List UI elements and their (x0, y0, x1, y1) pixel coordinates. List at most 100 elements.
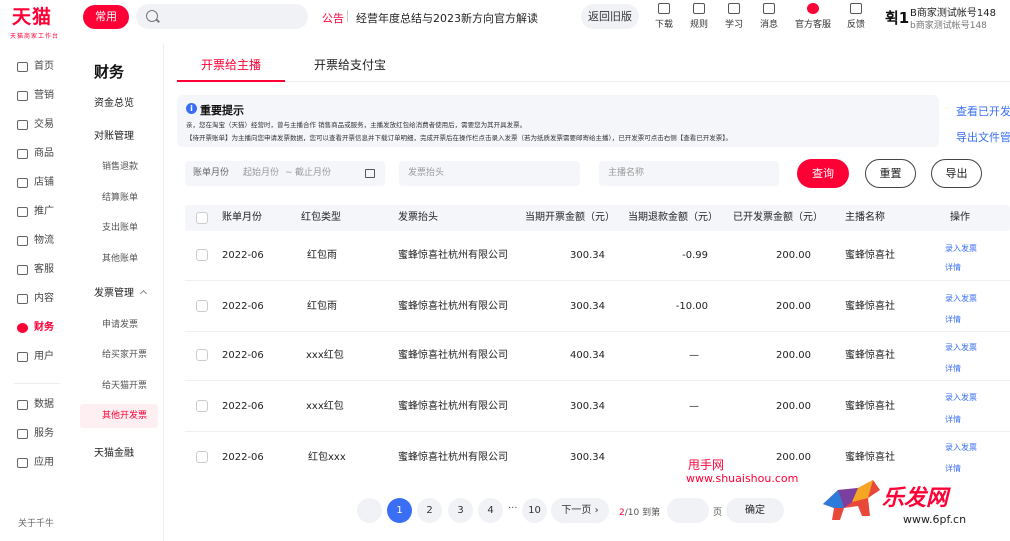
tool-learn[interactable]: 学习 (717, 2, 751, 32)
tool-download[interactable]: 下载 (647, 2, 681, 32)
account-name[interactable]: B商家测试帐号148 (910, 4, 996, 19)
home-icon (17, 62, 28, 72)
nav-item-cs[interactable]: 客服 (0, 257, 72, 283)
nav-item-promote[interactable]: 推广 (0, 199, 72, 225)
enter-invoice-link[interactable]: 录入发票 (945, 243, 977, 254)
enter-invoice-link[interactable]: 录入发票 (945, 392, 977, 403)
subnav-sales-refund[interactable]: 销售退款 (80, 155, 158, 179)
notice-label: 公告 (322, 12, 344, 25)
subnav-expense[interactable]: 支出账单 (80, 216, 158, 240)
nav-item-goods[interactable]: 商品 (0, 141, 72, 167)
bull-logo-icon (823, 480, 880, 520)
goto-confirm-button[interactable]: 确定 (726, 498, 784, 523)
subnav-invoice-mgmt[interactable]: 发票管理 (80, 282, 158, 306)
enter-invoice-link[interactable]: 录入发票 (945, 342, 977, 353)
row-checkbox[interactable] (196, 400, 208, 412)
page-button[interactable]: 1 (387, 498, 412, 523)
detail-link[interactable]: 详情 (945, 463, 961, 474)
column-header: 红包类型 (301, 212, 341, 223)
row-checkbox[interactable] (196, 249, 208, 261)
cell-refund-amount: -0.99 (682, 250, 708, 261)
nav-item-content[interactable]: 内容 (0, 286, 72, 312)
tool-rules[interactable]: 规则 (682, 2, 716, 32)
export-button[interactable]: 导出 (931, 159, 982, 188)
back-to-old-button[interactable]: 返回旧版 (581, 4, 639, 29)
nav-item-marketing[interactable]: 营销 (0, 83, 72, 109)
subnav-tmall-invoice[interactable]: 给天猫开票 (80, 374, 158, 398)
cell-anchor: 蜜蜂惊喜社 (845, 350, 895, 361)
tool-label: 规则 (689, 20, 708, 30)
subnav-other-bills[interactable]: 其他账单 (80, 247, 158, 271)
nav-item-user[interactable]: 用户 (0, 344, 72, 370)
nav-item-finance[interactable]: 财务 (0, 315, 72, 341)
cell-month: 2022-06 (222, 350, 264, 361)
tab-invoice-to-anchor[interactable]: 开票给主播 (177, 52, 285, 82)
tool-feedback[interactable]: 反馈 (839, 2, 873, 32)
export-files-link[interactable]: 导出文件管 (956, 129, 1010, 145)
query-button[interactable]: 查询 (797, 159, 849, 188)
enter-invoice-link[interactable]: 录入发票 (945, 293, 977, 304)
month-sep: ~ (285, 168, 293, 178)
tmall-logo[interactable]: 天猫 (12, 7, 52, 27)
promote-icon (17, 207, 28, 217)
subnav-buyer-invoice[interactable]: 给买家开票 (80, 343, 158, 367)
nav-item-logistics[interactable]: 物流 (0, 228, 72, 254)
common-button[interactable]: 常用 (83, 5, 129, 29)
subnav-settlement[interactable]: 结算账单 (80, 186, 158, 210)
search-input[interactable] (136, 4, 308, 29)
goto-page-input[interactable] (667, 498, 709, 523)
page-button[interactable]: 10 (522, 498, 547, 523)
avatar[interactable]: 휙1 (885, 7, 909, 28)
detail-link[interactable]: 详情 (945, 314, 961, 325)
nav-item-shop[interactable]: 店铺 (0, 170, 72, 196)
nav-item-data[interactable]: 数据 (0, 392, 72, 418)
anchor-name-input[interactable]: 主播名称 (599, 161, 779, 186)
month-range-picker[interactable]: 账单月份 起始月份 ~ 截止月份 (185, 161, 385, 186)
page-button[interactable]: 3 (448, 498, 473, 523)
row-checkbox[interactable] (196, 451, 208, 463)
user-icon (17, 352, 28, 362)
row-checkbox[interactable] (196, 300, 208, 312)
nav-item-trade[interactable]: 交易 (0, 112, 72, 138)
watermark-url: www.shuaishou.com (686, 472, 799, 485)
view-issued-link[interactable]: 查看已开发 (956, 103, 1010, 119)
notice-line: 【待开票账单】为主播向您申请发票数据，您可以查看开票信息并下载订单明细，完成开票… (186, 134, 732, 142)
enter-invoice-link[interactable]: 录入发票 (945, 442, 977, 453)
tool-message[interactable]: 消息 (752, 2, 786, 32)
subnav-reconciliation[interactable]: 对账管理 (80, 125, 158, 149)
column-header: 账单月份 (222, 212, 262, 223)
page-info: 2/10 到第 (619, 505, 660, 518)
tab-invoice-to-alipay[interactable]: 开票给支付宝 (314, 52, 386, 82)
nav-item-app[interactable]: 应用 (0, 450, 72, 476)
tab-bar: 开票给主播 开票给支付宝 (177, 52, 1010, 82)
row-checkbox[interactable] (196, 349, 208, 361)
invoice-title-input[interactable]: 发票抬头 (399, 161, 580, 186)
month-end: 截止月份 (295, 168, 332, 178)
detail-link[interactable]: 详情 (945, 414, 961, 425)
detail-link[interactable]: 详情 (945, 262, 961, 273)
page-button[interactable]: 2 (417, 498, 442, 523)
nav-item-home[interactable]: 首页 (0, 54, 72, 80)
prev-page-button[interactable] (357, 498, 382, 523)
reset-button[interactable]: 重置 (865, 159, 916, 188)
nav-item-service[interactable]: 服务 (0, 421, 72, 447)
subnav-tmall-finance[interactable]: 天猫金融 (80, 442, 158, 466)
notice-link[interactable]: 经营年度总结与2023新方向官方解读 (356, 10, 538, 26)
next-page-button[interactable]: 下一页 › (551, 498, 609, 523)
download-icon (658, 3, 670, 14)
nav-label: 店铺 (34, 177, 54, 188)
nav-label: 商品 (34, 148, 54, 159)
nav-label: 财务 (34, 322, 54, 333)
cell-refund-amount: -10.00 (675, 301, 708, 312)
subnav-apply-invoice[interactable]: 申请发票 (80, 313, 158, 337)
page-button[interactable]: 4 (478, 498, 503, 523)
subnav-other-invoice[interactable]: 其他开发票 (80, 404, 158, 428)
table-row: 2022-06 红包雨 蜜蜂惊喜社杭州有限公司 300.34 -0.99 200… (185, 231, 1010, 281)
select-all-checkbox[interactable] (196, 212, 208, 224)
detail-link[interactable]: 详情 (945, 363, 961, 374)
subnav-fund-overview[interactable]: 资金总览 (80, 92, 158, 116)
nav-label: 推广 (34, 206, 54, 217)
tool-service[interactable]: 官方客服 (794, 2, 832, 32)
about-link[interactable]: 关于千牛 (18, 516, 54, 529)
cell-title: 蜜蜂惊喜社杭州有限公司 (398, 452, 508, 463)
